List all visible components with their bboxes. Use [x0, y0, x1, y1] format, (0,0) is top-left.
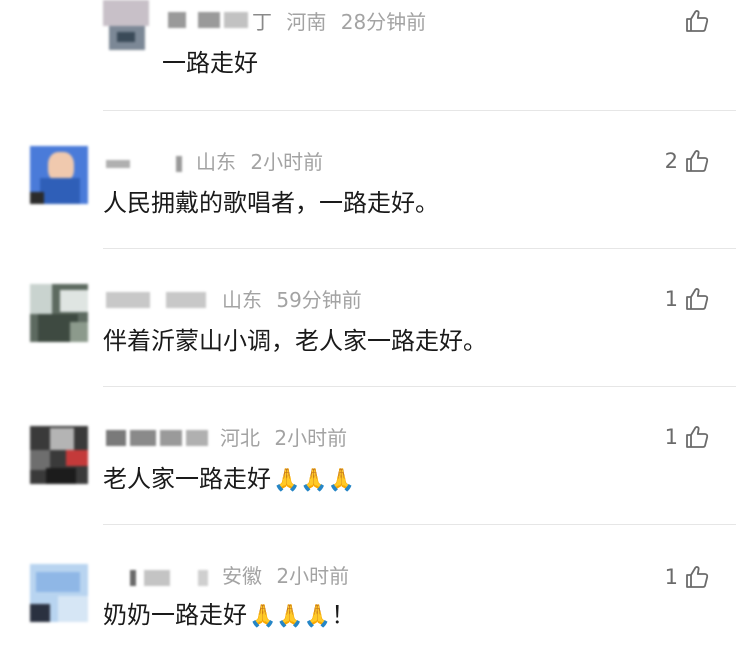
like-button[interactable]: 2: [665, 146, 710, 176]
thumbs-up-icon: [686, 150, 709, 172]
comment-text: 老人家一路走好🙏🙏🙏: [103, 464, 355, 496]
like-button[interactable]: [678, 6, 710, 36]
comment-meta: 安徽 2小时前: [222, 564, 349, 588]
thumbs-up-icon: [686, 426, 709, 448]
like-button[interactable]: 1: [665, 422, 710, 452]
comment-location: 河南: [286, 10, 327, 34]
comment-text-suffix: ！: [331, 601, 356, 629]
comment-time: 2小时前: [250, 150, 324, 174]
avatar[interactable]: [30, 284, 88, 342]
comment-time: 28分钟前: [340, 10, 427, 34]
comment-time: 2小时前: [274, 426, 348, 450]
like-count: 2: [664, 149, 678, 173]
comment-meta: 山东 2小时前: [196, 150, 323, 174]
comment-location: 安徽: [222, 564, 262, 588]
avatar[interactable]: [30, 564, 88, 622]
like-count: 1: [664, 425, 678, 449]
comment-meta: 河北 2小时前: [220, 426, 347, 450]
nickname[interactable]: [106, 154, 186, 174]
folded-hands-emoji: 🙏🙏🙏: [273, 468, 356, 493]
nickname[interactable]: [106, 290, 216, 310]
nickname-tail: 丁: [252, 10, 272, 34]
comment-item: 丁 河南 28分钟前 一路走好: [0, 0, 736, 112]
comment-meta: 山东 59分钟前: [222, 288, 362, 312]
comment-meta: 丁 河南 28分钟前: [252, 10, 426, 34]
like-button[interactable]: 1: [665, 284, 710, 314]
thumbs-up-icon: [686, 10, 709, 32]
avatar[interactable]: [103, 0, 149, 50]
comment-item: 河北 2小时前 老人家一路走好🙏🙏🙏 1: [0, 388, 736, 526]
divider: [103, 524, 736, 525]
comment-time: 59分钟前: [276, 288, 362, 312]
comment-text: 一路走好: [162, 49, 258, 77]
comment-location: 山东: [196, 150, 236, 174]
thumbs-up-icon: [686, 566, 709, 588]
comment-text-body: 奶奶一路走好: [103, 601, 247, 629]
comment-item: 山东 59分钟前 伴着沂蒙山小调，老人家一路走好。 1: [0, 250, 736, 388]
like-count: 1: [664, 565, 678, 589]
comment-location: 山东: [222, 288, 262, 312]
divider: [103, 248, 736, 249]
avatar[interactable]: [30, 146, 88, 204]
nickname[interactable]: [106, 428, 210, 448]
comment-time: 2小时前: [276, 564, 350, 588]
comment-item: 安徽 2小时前 奶奶一路走好🙏🙏🙏！ 1: [0, 526, 736, 646]
comment-item: 山东 2小时前 人民拥戴的歌唱者，一路走好。 2: [0, 112, 736, 250]
nickname[interactable]: [130, 568, 214, 588]
comment-location: 河北: [220, 426, 260, 450]
comment-text: 奶奶一路走好🙏🙏🙏！: [103, 600, 355, 632]
like-button[interactable]: 1: [665, 562, 710, 592]
comment-text: 人民拥戴的歌唱者，一路走好。: [103, 189, 439, 217]
thumbs-up-icon: [686, 288, 709, 310]
divider: [103, 386, 736, 387]
like-count: 1: [664, 287, 678, 311]
comment-text: 伴着沂蒙山小调，老人家一路走好。: [103, 327, 487, 355]
avatar[interactable]: [30, 426, 88, 484]
folded-hands-emoji: 🙏🙏🙏: [249, 604, 332, 629]
comment-text-body: 老人家一路走好: [103, 465, 271, 493]
divider: [103, 110, 736, 111]
